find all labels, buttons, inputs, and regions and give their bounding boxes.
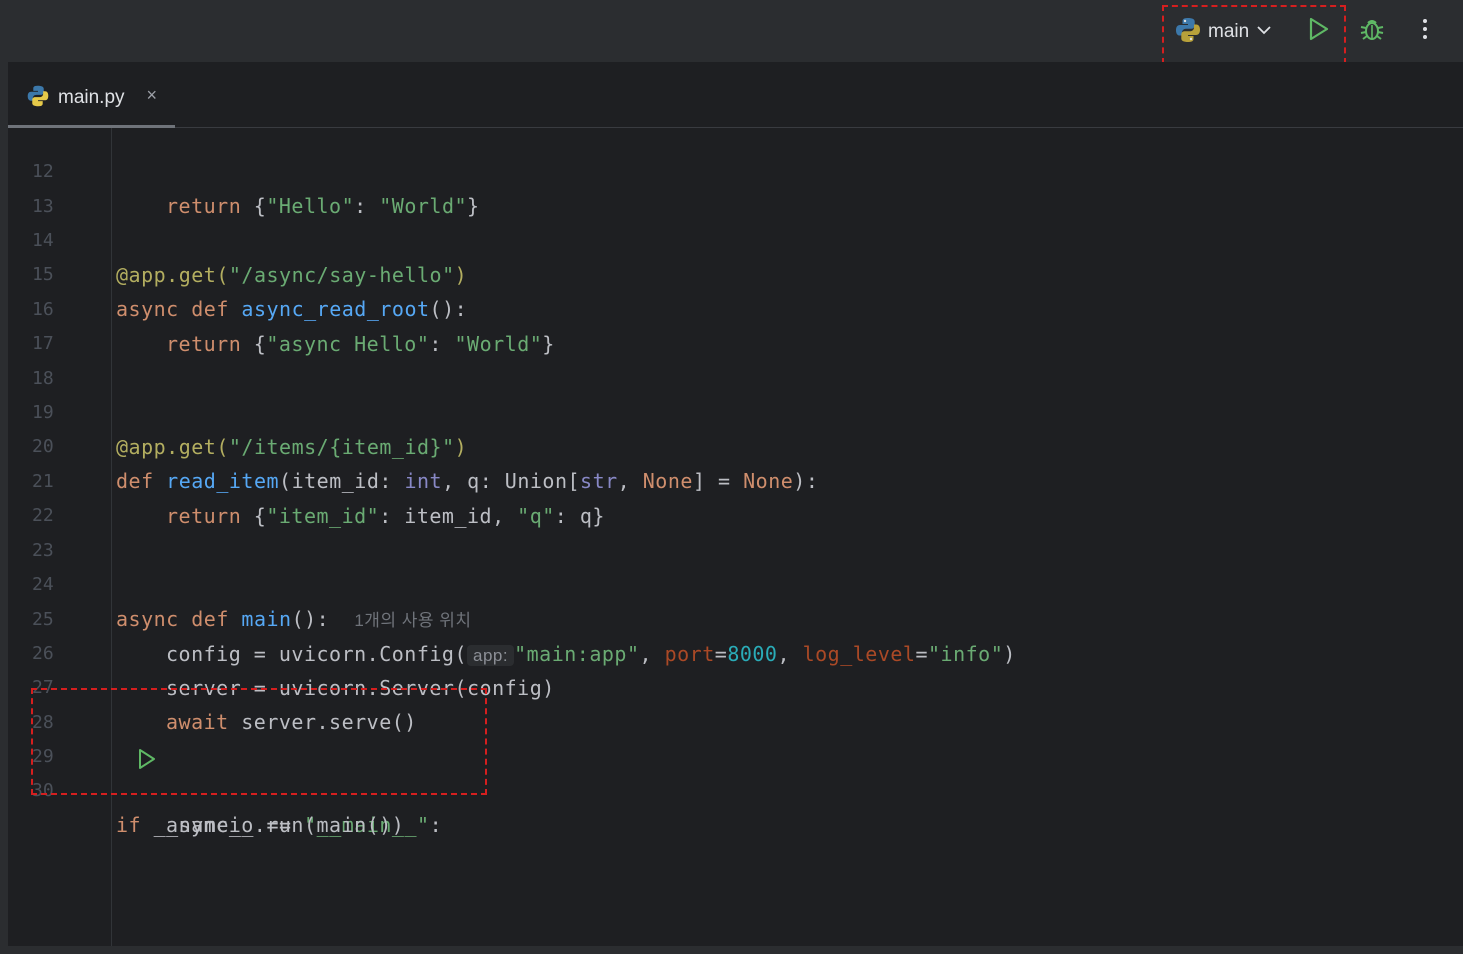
code-line: 24 async def main(): 1개의 사용 위치: [8, 534, 1463, 631]
code-line: 30 asyncio.run(main()): [8, 740, 1463, 837]
code-line: 28: [8, 672, 1463, 733]
editor-tab-bar: main.py ×: [8, 62, 1463, 129]
debug-icon: [1358, 15, 1386, 48]
code-line: 12 return {"Hello": "World"}: [8, 121, 1463, 218]
python-file-icon: [26, 84, 50, 113]
line-number: 30: [32, 780, 54, 801]
code-editor[interactable]: 12 return {"Hello": "World"} 13 14 @app.…: [8, 128, 1463, 946]
run-button[interactable]: [1302, 14, 1336, 48]
chevron-down-icon: [1255, 21, 1273, 44]
tab-label: main.py: [58, 87, 125, 108]
code-line: 15 async def async_read_root():: [8, 224, 1463, 321]
code-line: 23: [8, 500, 1463, 561]
code-line: 25 config = uvicorn.Config(app: "main:app…: [8, 569, 1463, 666]
code-line: 26 server = uvicorn.Server(config): [8, 603, 1463, 700]
code-line: 14 @app.get("/async/say-hello"): [8, 190, 1463, 287]
main-toolbar: main: [0, 0, 1463, 62]
tab-close-icon[interactable]: ×: [147, 85, 158, 106]
bottom-border: [0, 946, 1463, 954]
tab-main-py[interactable]: main.py ×: [26, 82, 157, 114]
code-line: 27 await server.serve(): [8, 637, 1463, 734]
code-line: 17: [8, 293, 1463, 354]
code-line: 20 def read_item(item_id: int, q: Union[…: [8, 396, 1463, 493]
run-icon: [1307, 16, 1331, 47]
code-line: 19 @app.get("/items/{item_id}"): [8, 362, 1463, 459]
left-border: [0, 62, 8, 946]
code-text: asyncio.run(main()): [166, 813, 405, 837]
python-icon: [1174, 16, 1202, 49]
run-config-label: main: [1208, 21, 1250, 42]
code-line: 21 return {"item_id": item_id, "q": q}: [8, 431, 1463, 528]
code-line: 16 return {"async Hello": "World"}: [8, 259, 1463, 356]
code-line: 13: [8, 156, 1463, 217]
debug-button[interactable]: [1355, 14, 1389, 48]
code-line: 22: [8, 465, 1463, 526]
code-line: 29 if __name__ == "__main__":: [8, 706, 1463, 837]
more-vertical-icon: [1421, 17, 1429, 46]
run-configuration-selector[interactable]: main: [1174, 16, 1273, 48]
code-line: 18: [8, 328, 1463, 389]
more-actions-button[interactable]: [1408, 14, 1442, 48]
